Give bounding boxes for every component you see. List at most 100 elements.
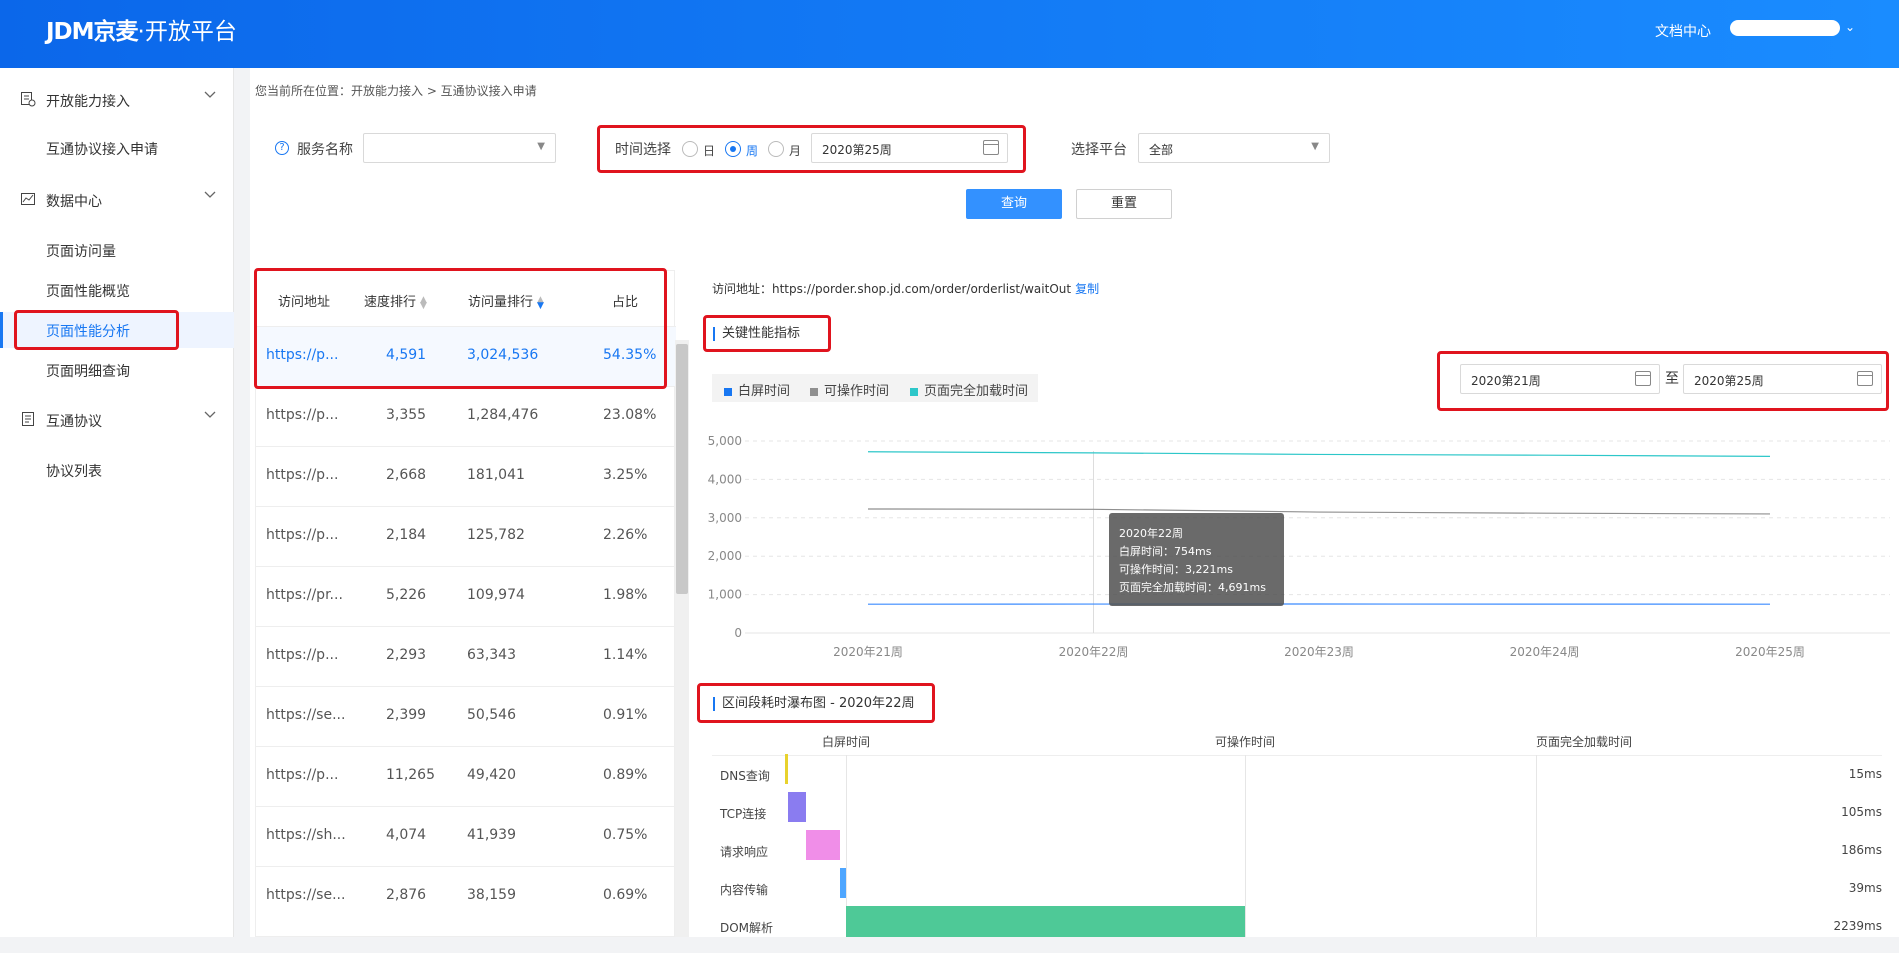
x-tick-label: 2020年25周	[1735, 645, 1805, 659]
waterfall-header-full: 页面完全加载时间	[1536, 733, 1632, 750]
legend-swatch	[724, 388, 732, 396]
sidebar-item-label: 互通协议接入申请	[46, 139, 158, 159]
doc-center-link[interactable]: 文档中心	[1655, 21, 1711, 41]
platform-value: 全部	[1149, 141, 1173, 158]
radio-day-label: 日	[703, 142, 715, 159]
table-cell-url[interactable]: https://pr...	[266, 587, 343, 603]
week-picker-value: 2020第25周	[822, 141, 892, 158]
waterfall-row-label: 内容传输	[720, 881, 768, 898]
table-row[interactable]: https://se...2,87638,1590.69%	[256, 866, 676, 926]
sidebar-group-label: 互通协议	[46, 411, 102, 431]
breadcrumb: 您当前所在位置：开放能力接入 > 互通协议接入申请	[255, 82, 537, 99]
radio-week-label: 周	[746, 142, 758, 159]
series-line	[868, 452, 1770, 457]
range-end-picker[interactable]: 2020第25周	[1683, 364, 1882, 394]
radio-circle-icon	[725, 141, 741, 157]
chevron-down-icon	[204, 408, 216, 424]
query-button[interactable]: 查询	[966, 189, 1062, 219]
tooltip-line: 白屏时间：754ms	[1119, 543, 1274, 561]
table-cell-url[interactable]: https://p...	[266, 767, 338, 783]
x-tick-label: 2020年22周	[1059, 645, 1129, 659]
sidebar-item-label: 页面明细查询	[46, 361, 130, 381]
waterfall-row-dom: DOM解析 2239ms	[712, 915, 1882, 953]
legend-item-interactive[interactable]: 可操作时间	[810, 380, 889, 399]
table-cell-speed: 2,293	[386, 647, 426, 663]
table-cell-ratio: 1.98%	[603, 587, 647, 603]
radio-circle-icon	[682, 141, 698, 157]
table-row[interactable]: https://sh...4,07441,9390.75%	[256, 806, 676, 866]
table-cell-visits: 49,420	[467, 767, 516, 783]
legend-label: 页面完全加载时间	[924, 384, 1028, 399]
y-tick-label: 2,000	[708, 549, 742, 563]
logo-separator: ·	[138, 19, 145, 45]
chart-legend: 白屏时间 可操作时间 页面完全加载时间	[712, 374, 1038, 402]
week-picker[interactable]: 2020第25周	[811, 133, 1008, 163]
legend-item-white-screen[interactable]: 白屏时间	[724, 380, 790, 399]
waterfall-duration: 105ms	[1841, 805, 1882, 819]
legend-label: 可操作时间	[824, 384, 889, 399]
tooltip-line: 可操作时间：3,221ms	[1119, 561, 1274, 579]
logo-brand: JDM京麦	[46, 19, 138, 45]
table-row[interactable]: https://p...3,3551,284,47623.08%	[256, 386, 676, 446]
y-tick-label: 3,000	[708, 511, 742, 525]
sidebar-item-label: 页面性能概览	[46, 281, 130, 301]
table-row[interactable]: https://p...2,29363,3431.14%	[256, 626, 676, 686]
legend-item-full-load[interactable]: 页面完全加载时间	[910, 380, 1028, 399]
platform-label: 选择平台	[1071, 139, 1127, 159]
waterfall-header-interactive: 可操作时间	[1215, 733, 1275, 750]
range-start-value: 2020第21周	[1471, 372, 1541, 389]
logo-product: 开放平台	[145, 19, 237, 45]
range-end-value: 2020第25周	[1694, 372, 1764, 389]
chevron-down-icon[interactable]: ⌄	[1845, 20, 1855, 34]
waterfall-row-tcp: TCP连接 105ms	[712, 801, 1882, 839]
table-cell-speed: 2,184	[386, 527, 426, 543]
sidebar-item-page-detail[interactable]: 页面明细查询	[0, 352, 234, 388]
platform-select[interactable]: 全部 ▼	[1138, 133, 1330, 163]
reset-button[interactable]: 重置	[1076, 189, 1172, 219]
range-start-picker[interactable]: 2020第21周	[1460, 364, 1660, 394]
waterfall-header-white: 白屏时间	[822, 733, 870, 750]
table-cell-speed: 5,226	[386, 587, 426, 603]
table-row[interactable]: https://p...11,26549,4200.89%	[256, 746, 676, 806]
sidebar-item-perf-overview[interactable]: 页面性能概览	[0, 272, 234, 308]
table-cell-visits: 50,546	[467, 707, 516, 723]
table-cell-url[interactable]: https://p...	[266, 647, 338, 663]
grid-doc-icon	[20, 91, 36, 107]
table-cell-url[interactable]: https://se...	[266, 887, 345, 903]
table-cell-speed: 3,355	[386, 407, 426, 423]
table-cell-url[interactable]: https://p...	[266, 467, 338, 483]
table-cell-visits: 63,343	[467, 647, 516, 663]
service-name-select[interactable]: ▼	[363, 133, 556, 163]
table-row[interactable]: https://pr...5,226109,9741.98%	[256, 566, 676, 626]
sidebar-group-open-ability[interactable]: 开放能力接入	[0, 80, 234, 120]
table-cell-ratio: 0.69%	[603, 887, 647, 903]
copy-link[interactable]: 复制	[1075, 282, 1099, 296]
help-icon[interactable]: ?	[275, 141, 289, 155]
tooltip-title: 2020年22周	[1119, 525, 1274, 543]
sidebar-item-protocol-list[interactable]: 协议列表	[0, 452, 234, 488]
logo[interactable]: JDM京麦·开放平台	[46, 12, 237, 46]
table-cell-ratio: 3.25%	[603, 467, 647, 483]
sidebar-group-label: 开放能力接入	[46, 91, 130, 111]
sidebar-item-interop-apply[interactable]: 互通协议接入申请	[0, 130, 234, 166]
sidebar-group-data-center[interactable]: 数据中心	[0, 180, 234, 220]
table-cell-ratio: 23.08%	[603, 407, 656, 423]
waterfall-bar	[785, 754, 788, 784]
table-cell-url[interactable]: https://sh...	[266, 827, 346, 843]
table-row[interactable]: https://se...2,39950,5460.91%	[256, 686, 676, 746]
table-cell-url[interactable]: https://p...	[266, 527, 338, 543]
table-cell-ratio: 0.91%	[603, 707, 647, 723]
user-account-redacted[interactable]	[1730, 20, 1840, 36]
scrollbar-thumb[interactable]	[676, 344, 688, 594]
x-tick-label: 2020年21周	[833, 645, 903, 659]
table-cell-url[interactable]: https://p...	[266, 407, 338, 423]
sidebar: 开放能力接入 互通协议接入申请 数据中心 页面访问量 页面性能概览 页面性能分析…	[0, 68, 234, 937]
table-row[interactable]: https://p...2,184125,7822.26%	[256, 506, 676, 566]
table-cell-url[interactable]: https://se...	[266, 707, 345, 723]
table-cell-speed: 11,265	[386, 767, 435, 783]
sidebar-group-interop[interactable]: 互通协议	[0, 400, 234, 440]
table-cell-speed: 2,876	[386, 887, 426, 903]
x-tick-label: 2020年24周	[1510, 645, 1580, 659]
table-row[interactable]: https://p...2,668181,0413.25%	[256, 446, 676, 506]
sidebar-item-page-visits[interactable]: 页面访问量	[0, 232, 234, 268]
